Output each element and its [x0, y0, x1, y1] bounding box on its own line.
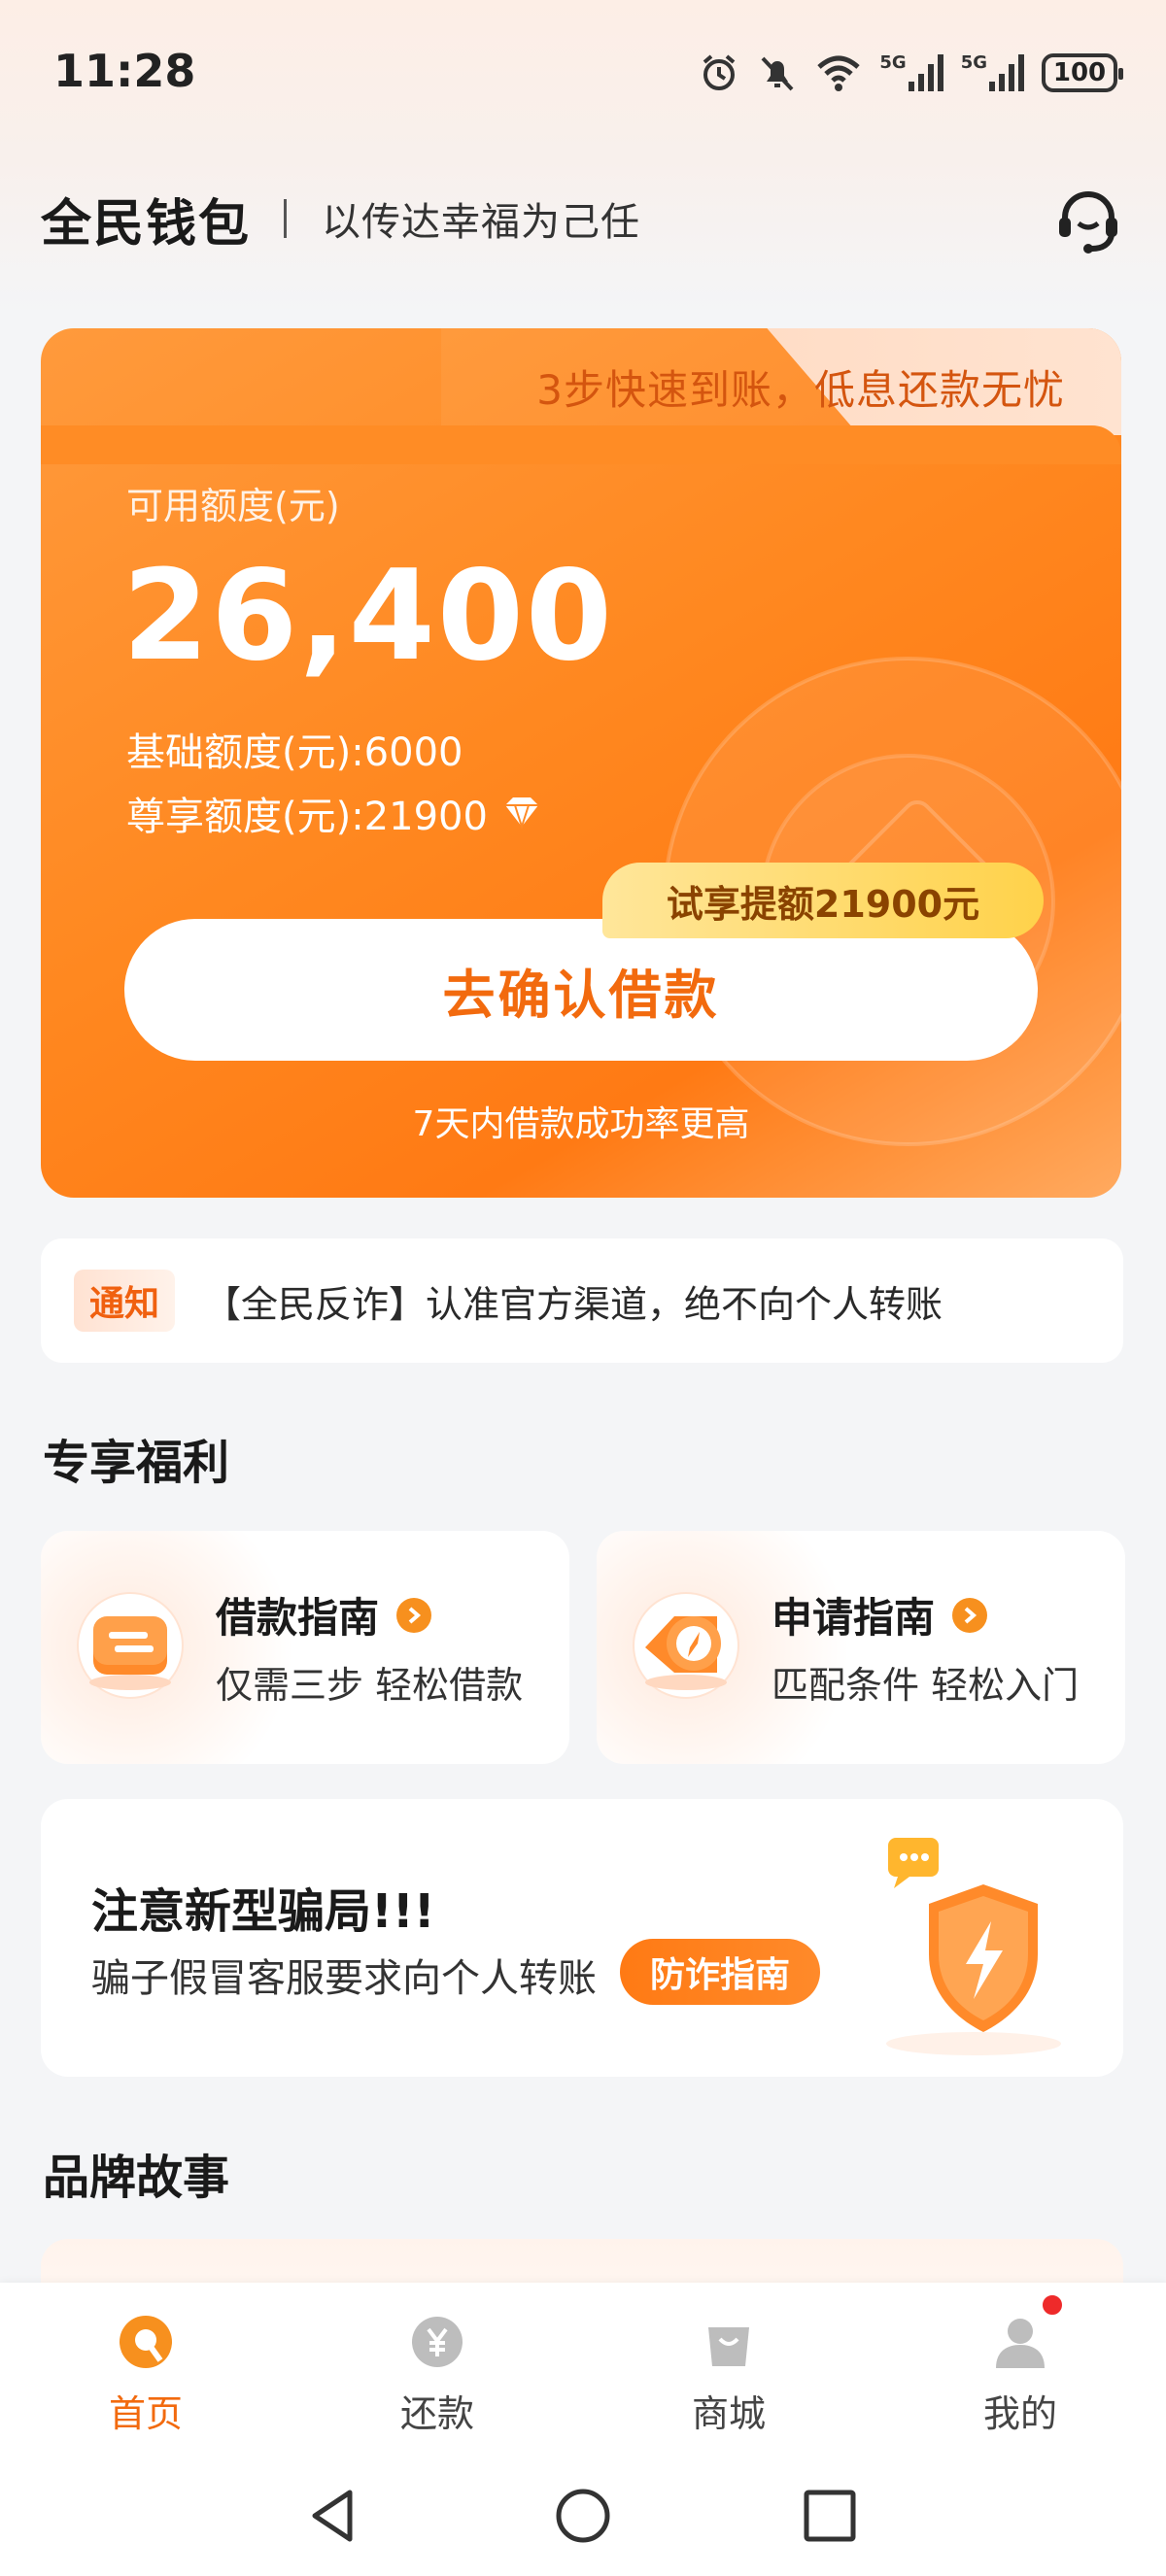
- nav-profile-label: 我的: [982, 2392, 1057, 2435]
- recents-icon[interactable]: [799, 2485, 861, 2547]
- loan-guide-title-row: 借款指南: [216, 1585, 432, 1644]
- nav-repay[interactable]: 还款: [292, 2283, 583, 2457]
- header-divider: [284, 199, 288, 238]
- signal-label-2: 5G: [960, 51, 987, 73]
- loan-guide-icon: [77, 1592, 184, 1699]
- loan-guide-title: 借款指南: [216, 1594, 380, 1642]
- loan-guide-subtitle: 仅需三步 轻松借款: [216, 1664, 524, 1707]
- nav-profile[interactable]: 我的: [874, 2283, 1166, 2457]
- signal-icon: [989, 54, 1024, 91]
- anti-fraud-guide-button[interactable]: 防诈指南: [620, 1939, 820, 2005]
- mute-bell-icon: [761, 56, 794, 91]
- hero-tab-text: 3步快速到账，低息还款无忧: [536, 366, 1065, 414]
- success-rate-tip: 7天内借款成功率更高: [412, 1104, 750, 1144]
- vip-credit: 尊享额度(元):21900: [126, 795, 488, 839]
- status-bar: 11:28 5G 5G 100: [0, 0, 1166, 146]
- status-time: 11:28: [53, 45, 196, 97]
- home-icon: [120, 2316, 172, 2368]
- nav-repay-label: 还款: [399, 2392, 474, 2435]
- available-credit-amount: 26,400: [122, 544, 614, 689]
- vip-credit-row: 尊享额度(元):21900: [126, 785, 542, 841]
- bottom-nav: 首页 还款 商城 我的: [0, 2283, 1166, 2457]
- nav-home[interactable]: 首页: [0, 2283, 292, 2457]
- credit-card-panel: 3步快速到账，低息还款无忧 可用额度(元) 26,400 基础额度(元):600…: [41, 328, 1121, 1198]
- nav-home-label: 首页: [108, 2392, 183, 2435]
- status-icons: 5G 5G 100: [699, 49, 1123, 97]
- yuan-coin-icon: [412, 2317, 463, 2367]
- apply-guide-card[interactable]: 申请指南 匹配条件 轻松入门: [597, 1531, 1125, 1764]
- anti-fraud-card[interactable]: 注意新型骗局!!! 骗子假冒客服要求向个人转账 防诈指南: [41, 1799, 1123, 2077]
- alarm-icon: [703, 54, 736, 90]
- notification-dot: [1040, 2292, 1065, 2318]
- system-nav-bar: [0, 2457, 1166, 2576]
- base-credit: 基础额度(元):6000: [126, 730, 463, 775]
- battery-icon: 100: [1042, 53, 1123, 92]
- chevron-right-icon: [952, 1597, 988, 1633]
- wifi-icon: [817, 55, 861, 91]
- app-header: 全民钱包 以传达幸福为己任: [41, 185, 1125, 254]
- apply-guide-title: 申请指南: [772, 1594, 936, 1642]
- shopping-bag-icon: [708, 2327, 749, 2366]
- nav-mall[interactable]: 商城: [583, 2283, 874, 2457]
- brand-title: 全民钱包: [41, 194, 252, 254]
- loan-guide-card[interactable]: 借款指南 仅需三步 轻松借款: [41, 1531, 569, 1764]
- compass-guide-icon: [633, 1592, 739, 1699]
- brand-story-title: 品牌故事: [43, 2151, 230, 2205]
- diamond-icon: [504, 797, 538, 830]
- nav-mall-label: 商城: [691, 2392, 766, 2435]
- signal-label-1: 5G: [879, 51, 907, 73]
- notice-text: 【全民反诈】认准官方渠道，绝不向个人转账: [204, 1282, 943, 1326]
- hero-tab: 3步快速到账，低息还款无忧: [441, 328, 1121, 435]
- confirm-loan-button[interactable]: 去确认借款: [124, 919, 1038, 1061]
- available-credit-label: 可用额度(元): [126, 485, 340, 527]
- anti-fraud-subtitle: 骗子假冒客服要求向个人转账: [91, 1956, 597, 2001]
- customer-service-icon[interactable]: [1051, 185, 1125, 258]
- signal-icon: [908, 54, 943, 91]
- home-circle-icon[interactable]: [552, 2485, 614, 2547]
- notice-tag: 通知: [74, 1270, 175, 1332]
- benefits-section-title: 专享福利: [43, 1436, 230, 1490]
- notice-bar[interactable]: 通知 【全民反诈】认准官方渠道，绝不向个人转账: [41, 1238, 1123, 1363]
- apply-guide-title-row: 申请指南: [772, 1585, 988, 1644]
- anti-fraud-title: 注意新型骗局!!!: [91, 1884, 435, 1939]
- apply-guide-subtitle: 匹配条件 轻松入门: [772, 1664, 1080, 1707]
- chevron-right-icon: [396, 1597, 432, 1633]
- shield-lightning-icon: [886, 1838, 1061, 2055]
- trial-credit-badge: 试享提额21900元: [602, 863, 1044, 938]
- brand-slogan: 以传达幸福为己任: [322, 200, 641, 245]
- user-icon: [996, 2319, 1045, 2368]
- battery-level: 100: [1052, 58, 1107, 87]
- back-icon[interactable]: [303, 2485, 365, 2547]
